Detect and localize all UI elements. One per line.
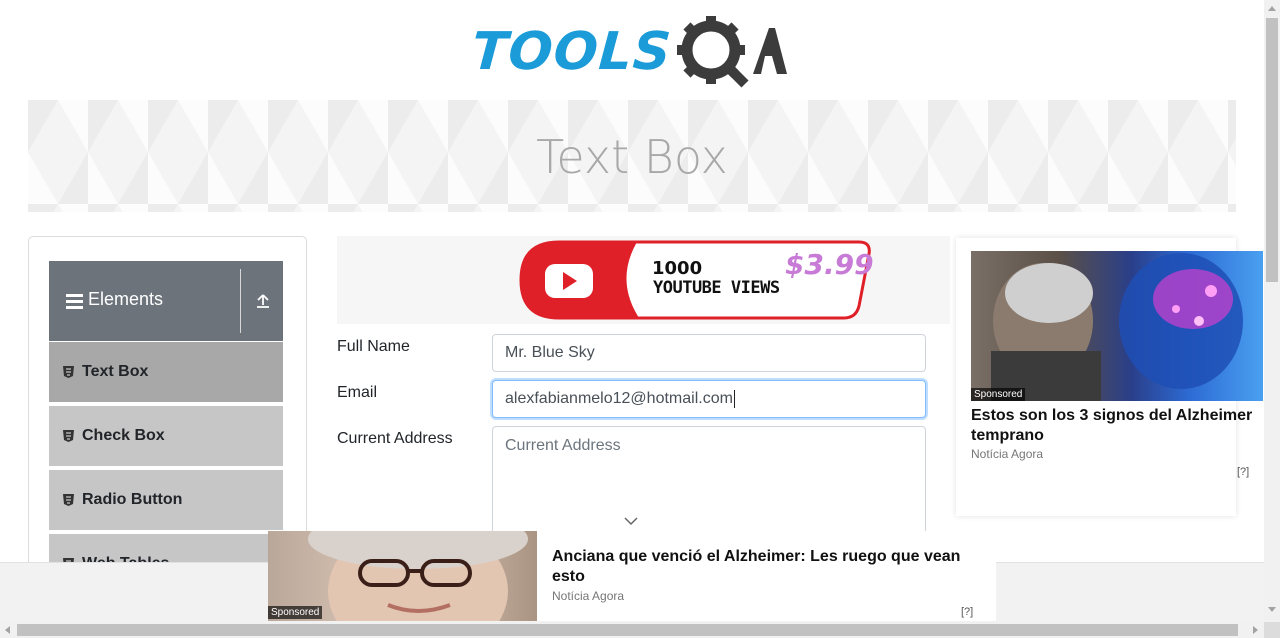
html5-icon [63,430,74,442]
ad-info-link[interactable]: [?] [961,606,973,618]
logo-text: TOOLS [469,22,674,82]
sponsored-tag: Sponsored [971,388,1026,401]
vertical-scrollbar[interactable] [1264,0,1280,622]
text-caret [733,390,735,408]
header-divider [240,269,241,333]
page-header-banner: Text Box [28,100,1236,212]
scroll-down-icon[interactable] [1268,607,1276,612]
full-name-label: Full Name [337,338,410,355]
ad-image [971,251,1263,401]
scroll-up-icon[interactable] [1268,6,1276,11]
sponsored-tag: Sponsored [268,606,323,619]
sidebar-item-radio-button[interactable]: Radio Button [49,470,283,532]
email-label: Email [337,384,378,401]
horizontal-scroll-thumb[interactable] [17,624,1238,636]
ad-headline[interactable]: Anciana que venció el Alzheimer: Les rue… [552,547,982,587]
hamburger-icon [66,294,83,312]
current-address-textarea[interactable]: Current Address [492,426,926,546]
elements-group-header[interactable]: Elements [49,261,283,341]
scroll-right-icon[interactable] [1253,626,1258,634]
gear-magnifier-icon [677,16,788,88]
email-input[interactable]: alexfabianmelo12@hotmail.com [492,380,926,418]
current-address-label: Current Address [337,430,453,447]
left-panel: Elements Text Box Check Box Radio Button… [28,236,307,566]
group-title: Elements [88,289,164,309]
scroll-left-icon[interactable] [5,626,10,634]
alzheimer-ad-bottom[interactable]: Sponsored Anciana que venció el Alzheime… [268,531,996,621]
page-title: Text Box [536,130,728,184]
horizontal-scrollbar[interactable] [0,622,1264,638]
youtube-views-ad[interactable]: 1000 YOUTUBE VIEWS $3.99 [337,236,950,324]
address-placeholder: Current Address [505,437,621,454]
full-name-input[interactable]: Mr. Blue Sky [492,334,926,372]
scrollbar-corner [1264,622,1280,638]
sidebar-item-check-box[interactable]: Check Box [49,406,283,468]
collapse-arrow-icon[interactable] [255,293,271,314]
ad-info-link[interactable]: [?] [1237,466,1249,478]
sidebar-item-label: Text Box [82,363,149,380]
full-name-value: Mr. Blue Sky [505,344,595,361]
chevron-down-icon[interactable] [624,516,638,526]
toolsqa-logo[interactable]: TOOLS [469,14,796,90]
sidebar-item-label: Check Box [82,427,165,444]
vertical-scroll-thumb[interactable] [1266,18,1278,282]
sidebar-item-text-box[interactable]: Text Box [49,342,283,404]
ad-source: Notícia Agora [552,589,625,603]
ad-source: Notícia Agora [971,447,1044,461]
ad-headline[interactable]: Estos son los 3 signos del Alzheimer tem… [971,406,1271,446]
alzheimer-ad-right[interactable]: Sponsored Estos son los 3 signos del Alz… [956,238,1263,516]
html5-icon [63,494,74,506]
ad-line-2: YOUTUBE VIEWS [653,278,780,298]
html5-icon [63,366,74,378]
ad-price: $3.99 [785,248,874,281]
email-value: alexfabianmelo12@hotmail.com [505,390,733,407]
ad-line-1: 1000 [652,258,703,279]
sidebar-item-label: Radio Button [82,491,183,508]
